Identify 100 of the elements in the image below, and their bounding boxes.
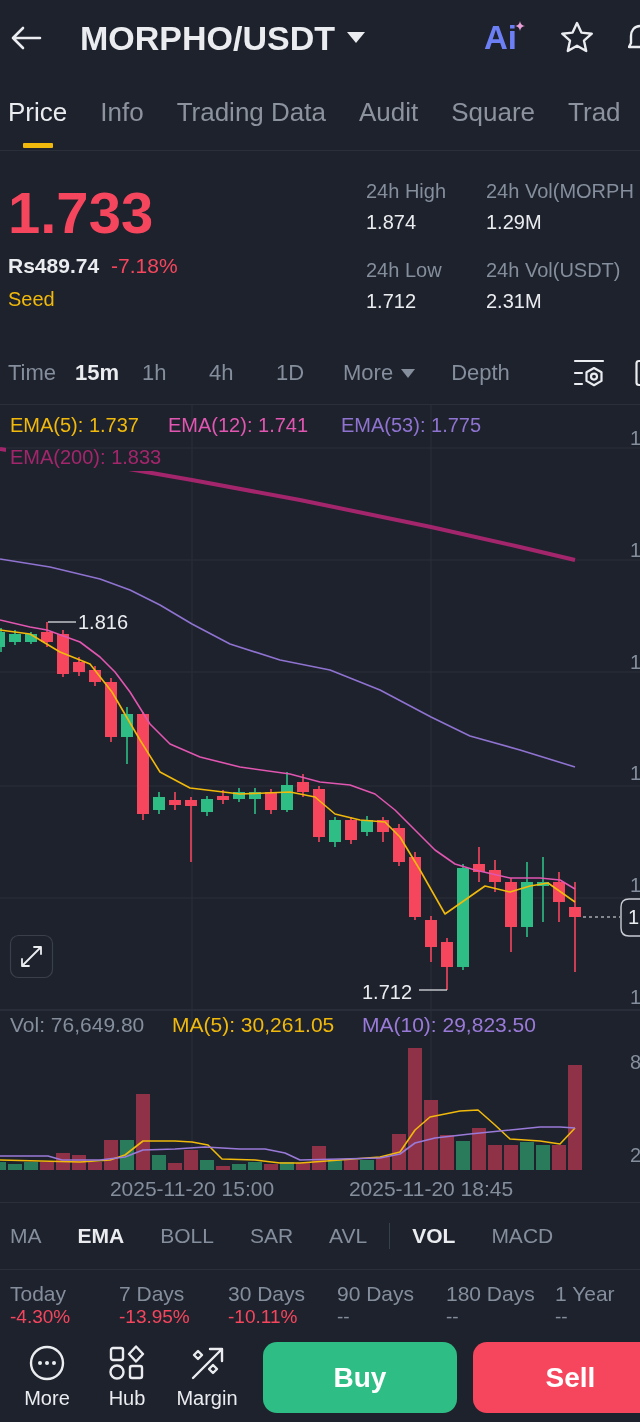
interval-tab[interactable]: Time	[8, 359, 75, 387]
volume-bar	[152, 1155, 166, 1170]
volume-bar	[216, 1166, 230, 1170]
volume-bar	[536, 1145, 550, 1170]
current-price-line	[582, 916, 621, 918]
page-tab[interactable]: Trad	[568, 97, 621, 127]
volume-bar	[0, 1162, 6, 1170]
volume-bar	[296, 1163, 310, 1170]
leader-line	[47, 621, 77, 623]
volume-bar	[248, 1162, 262, 1170]
indicator-tab[interactable]: BOLL	[160, 1222, 214, 1250]
price-axis-label: 1	[630, 539, 640, 561]
back-arrow-icon[interactable]	[10, 25, 42, 50]
last-price: 1.733	[8, 183, 154, 243]
candle	[57, 629, 69, 678]
candle	[89, 665, 101, 687]
stat-value: 1.874	[366, 210, 417, 235]
chart-settings-icon[interactable]	[573, 359, 605, 387]
price-axis-label: 1	[630, 986, 640, 1008]
interval-tab[interactable]: 4h	[209, 359, 276, 387]
ai-button[interactable]: Ai	[484, 18, 525, 57]
volume-bar	[184, 1150, 198, 1170]
volume-bar	[168, 1163, 182, 1170]
candle	[217, 789, 229, 805]
page-tab[interactable]: Price	[8, 97, 68, 148]
period-label: 30 Days	[228, 1282, 306, 1306]
volume-bar	[488, 1145, 502, 1170]
candle	[425, 915, 437, 963]
candle	[377, 816, 389, 843]
volume-bar	[552, 1145, 566, 1170]
indicator-tab[interactable]: MACD	[491, 1222, 554, 1250]
caret-icon	[401, 368, 416, 378]
page-tab[interactable]: Audit	[358, 97, 419, 127]
volume-bar	[344, 1160, 358, 1170]
volume-bar	[24, 1162, 38, 1170]
time-axis-label: 2025-11-20 15:00	[109, 1177, 275, 1200]
candle	[201, 795, 213, 817]
candle	[249, 787, 261, 815]
candle	[25, 631, 37, 645]
price-axis-label: 1	[630, 762, 640, 784]
stat-label: 24h Vol(USDT)	[486, 258, 621, 282]
stat-value: 1.712	[366, 289, 417, 314]
volume-legend: MA(5): 30,261.05	[172, 1013, 335, 1036]
nav-button[interactable]: More	[7, 1345, 87, 1410]
candle	[281, 771, 293, 813]
page-tab[interactable]: Square	[451, 97, 536, 127]
page-tab[interactable]: Trading Data	[176, 97, 326, 127]
volume-bar	[264, 1164, 278, 1170]
volume-axis-label: 2	[630, 1144, 640, 1166]
volume-bar	[520, 1142, 534, 1170]
expand-button[interactable]	[9, 934, 54, 979]
candle	[345, 816, 357, 845]
grid-icon	[109, 1345, 145, 1381]
time-axis-label: 2025-11-20 18:45	[348, 1177, 514, 1200]
volume-bar	[456, 1141, 470, 1170]
candle	[297, 773, 309, 798]
period-change: -10.11%	[228, 1306, 298, 1328]
indicator-tab[interactable]: EMA	[77, 1222, 125, 1250]
interval-tab[interactable]: Depth	[451, 359, 510, 387]
expand-icon	[21, 946, 42, 967]
volume-bar	[504, 1145, 518, 1170]
volume-bar	[88, 1162, 102, 1170]
candle	[265, 788, 277, 815]
indicator-legend: EMA(53): 1.775	[341, 414, 482, 436]
period-change: -4.30%	[10, 1306, 71, 1328]
nav-button[interactable]: Margin	[167, 1345, 247, 1410]
interval-tab[interactable]: 15m	[75, 359, 142, 387]
star-icon[interactable]	[560, 21, 594, 54]
volume-bar	[328, 1160, 342, 1170]
volume-bar	[120, 1140, 134, 1170]
page-tab[interactable]: Info	[100, 97, 144, 127]
period-label: 1 Year	[555, 1282, 615, 1306]
indicator-tab[interactable]: SAR	[249, 1222, 294, 1250]
period-change: --	[337, 1306, 350, 1328]
indicator-tab[interactable]: VOL	[412, 1222, 456, 1250]
candle	[409, 851, 421, 921]
caret-icon[interactable]	[347, 32, 365, 43]
indicator-tab[interactable]: MA	[10, 1222, 42, 1250]
candle	[393, 823, 405, 867]
stat-label: 24h Low	[366, 258, 442, 282]
candle	[153, 791, 165, 815]
pair-title[interactable]: MORPHO/USDT	[80, 17, 335, 58]
candle	[473, 846, 485, 883]
candle	[9, 629, 21, 646]
interval-tab[interactable]: 1h	[142, 359, 209, 387]
interval-tab[interactable]: 1D	[276, 359, 343, 387]
interval-tab[interactable]: More	[343, 359, 416, 387]
volume-bar	[360, 1160, 374, 1170]
candle	[361, 815, 373, 837]
period-label: 7 Days	[119, 1282, 185, 1306]
indicator-tab[interactable]: AVL	[329, 1222, 368, 1250]
nav-button[interactable]: Hub	[87, 1345, 167, 1410]
candle	[329, 816, 341, 848]
seed-tag[interactable]: Seed	[8, 287, 55, 311]
volume-bar	[200, 1160, 214, 1170]
indicator-legend: EMA(5): 1.737	[10, 414, 139, 436]
volume-bar	[40, 1162, 54, 1170]
sell-button[interactable]: Sell	[473, 1342, 640, 1413]
candle	[73, 656, 85, 677]
price-tag[interactable]: 1	[620, 898, 640, 937]
